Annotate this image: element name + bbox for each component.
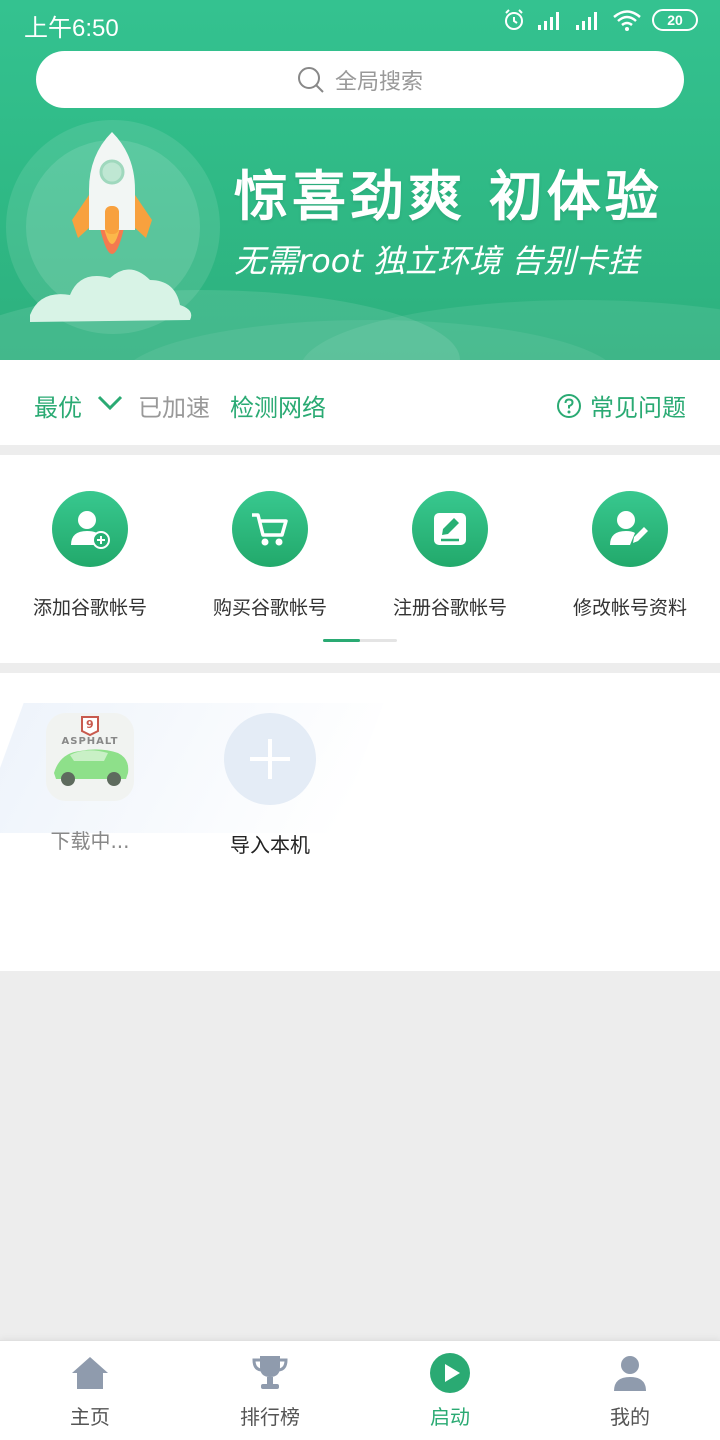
battery-indicator: 20 (652, 9, 698, 31)
faq-link[interactable]: 常见问题 (556, 388, 686, 423)
network-bar: 最优 已加速 检测网络 常见问题 (0, 360, 720, 445)
buy-google-account-button[interactable]: 购买谷歌帐号 (180, 491, 360, 620)
plus-icon (250, 739, 290, 779)
faq-label: 常见问题 (590, 394, 686, 422)
banner-subtitle: 无需root 独立环境 告别卡挂 (234, 242, 640, 280)
banner-title: 惊喜劲爽 初体验 (234, 165, 663, 228)
action-label: 添加谷歌帐号 (32, 597, 147, 619)
register-google-account-button[interactable]: 注册谷歌帐号 (360, 491, 540, 620)
cart-icon (252, 513, 288, 546)
help-icon (557, 393, 581, 418)
check-network-link[interactable]: 检测网络 (230, 388, 326, 423)
tab-mine[interactable]: 我的 (540, 1351, 720, 1430)
account-actions: 添加谷歌帐号 购买谷歌帐号 注册谷歌帐号 修改帐号资料 (0, 455, 720, 663)
status-time: 上午6:50 (24, 15, 119, 42)
app-label: 导入本机 (230, 833, 310, 857)
trophy-icon (252, 1356, 288, 1389)
user-icon (614, 1356, 646, 1391)
action-label: 购买谷歌帐号 (212, 597, 327, 619)
tab-home[interactable]: 主页 (0, 1351, 180, 1430)
edit-icon (434, 513, 466, 545)
rocket-illustration (0, 110, 230, 340)
tab-label: 我的 (610, 1405, 650, 1429)
import-local-button[interactable]: 导入本机 (180, 713, 360, 858)
network-mode-select[interactable]: 最优 (34, 388, 82, 423)
tab-label: 启动 (430, 1405, 470, 1429)
search-icon (297, 66, 324, 93)
header-banner: 上午6:50 20 全局搜索 惊喜劲爽 初体验 无需root 独立环境 告别卡挂 (0, 0, 720, 360)
status-bar: 上午6:50 20 (0, 0, 720, 46)
installed-apps: 9 ASPHALT 下载中... 导入本机 (0, 673, 720, 971)
action-label: 注册谷歌帐号 (392, 597, 507, 619)
page-indicator (323, 639, 397, 642)
alarm-icon (505, 9, 523, 30)
tab-ranking[interactable]: 排行榜 (180, 1351, 360, 1430)
rocket-icon (30, 132, 192, 322)
app-item-asphalt[interactable]: 9 ASPHALT 下载中... (0, 713, 180, 854)
edit-account-profile-button[interactable]: 修改帐号资料 (540, 491, 720, 620)
tab-label: 排行榜 (240, 1405, 300, 1429)
action-label: 修改帐号资料 (572, 597, 687, 619)
signal-icon (538, 12, 559, 30)
app-label: 下载中... (50, 829, 130, 853)
signal-icon (576, 12, 597, 30)
home-icon (72, 1357, 108, 1389)
add-user-icon (71, 511, 110, 549)
app-brand: ASPHALT (61, 736, 119, 747)
asphalt-icon: 9 ASPHALT (46, 713, 134, 801)
chevron-down-icon[interactable] (96, 390, 124, 414)
app-badge: 9 (86, 718, 94, 731)
add-google-account-button[interactable]: 添加谷歌帐号 (0, 491, 180, 620)
search-input[interactable]: 全局搜索 (36, 51, 684, 108)
edit-user-icon (610, 511, 648, 545)
tab-label: 主页 (70, 1405, 110, 1429)
search-placeholder: 全局搜索 (334, 69, 423, 95)
tab-launch[interactable]: 启动 (360, 1351, 540, 1430)
bottom-tab-bar: 主页 排行榜 启动 我的 (0, 1340, 720, 1440)
network-status: 已加速 (138, 394, 210, 422)
play-icon (430, 1353, 470, 1393)
wifi-icon (613, 10, 641, 31)
status-icons: 20 (502, 8, 698, 32)
